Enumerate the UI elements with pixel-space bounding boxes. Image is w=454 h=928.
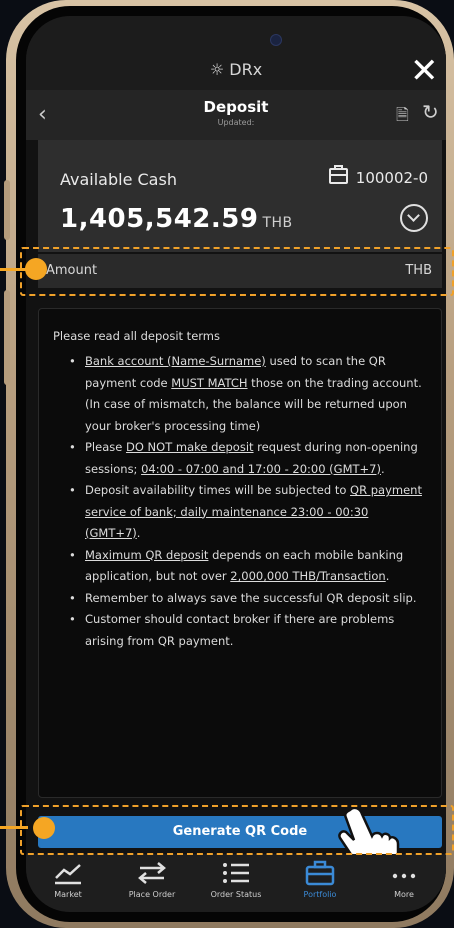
terms-item: Please DO NOT make deposit request durin… [69, 437, 427, 480]
tab-market[interactable]: Market [26, 854, 110, 912]
swap-arrows-icon [138, 862, 166, 884]
terms-text: Customer should contact broker if there … [85, 612, 395, 648]
document-icon[interactable]: 🗎 [396, 104, 409, 131]
available-cash-label: Available Cash [60, 170, 177, 189]
tab-order-status[interactable]: Order Status [194, 854, 278, 912]
tab-portfolio[interactable]: Portfolio [278, 854, 362, 912]
terms-text: Please [85, 440, 126, 454]
close-icon[interactable]: ✕ [410, 54, 439, 88]
tab-label: More [394, 890, 414, 899]
list-icon [223, 863, 249, 883]
generate-highlight-marker [33, 817, 55, 839]
cash-amount: 1,405,542.59 [60, 204, 259, 234]
amount-highlight-frame [20, 247, 454, 296]
bottom-tab-bar: Market Place Order Order Status Portfoli… [26, 854, 446, 912]
cash-unit: THB [262, 215, 293, 231]
terms-text: . [136, 526, 141, 540]
terms-text: 04:00 - 07:00 and 17:00 - 20:00 (GMT+7) [141, 461, 381, 476]
updated-label: Updated: [217, 118, 255, 127]
nav-bar: ‹ Deposit Updated: 🗎 ↻ [26, 90, 446, 140]
app-header: ☼ DRx ✕ [26, 50, 446, 90]
terms-text: Deposit availability times will be subje… [85, 483, 351, 497]
page-title: Deposit [203, 98, 269, 116]
tab-label: Portfolio [303, 890, 337, 899]
available-cash-card: Available Cash 100002-0 1,405,542.59 THB [38, 140, 442, 252]
expand-chevron-icon[interactable] [400, 204, 428, 232]
terms-item: Maximum QR deposit depends on each mobil… [69, 545, 427, 588]
terms-text: Remember to always save the successful Q… [85, 590, 417, 605]
phone-side-button [4, 290, 10, 385]
terms-text: . [385, 569, 390, 583]
terms-text: Bank account (Name-Surname) [85, 354, 266, 368]
briefcase-icon [305, 860, 335, 886]
app-title: ☼ DRx [26, 60, 446, 79]
more-dots-icon [392, 873, 416, 879]
terms-text: MUST MATCH [171, 375, 248, 390]
terms-list: Bank account (Name-Surname) used to scan… [69, 351, 427, 652]
tab-label: Market [54, 890, 82, 899]
tab-label: Order Status [210, 890, 262, 899]
terms-text: 2,000,000 THB/Transaction [230, 569, 386, 583]
phone-side-button [4, 180, 10, 240]
available-cash-value: 1,405,542.59 THB [60, 204, 293, 234]
briefcase-icon [328, 165, 348, 184]
terms-item: Customer should contact broker if there … [69, 609, 427, 652]
terms-intro: Please read all deposit terms [53, 329, 220, 343]
terms-text: DO NOT make deposit [125, 440, 254, 454]
amount-highlight-marker [25, 258, 47, 280]
amount-highlight-pointer [0, 268, 28, 271]
account-number: 100002-0 [355, 169, 428, 187]
generate-highlight-pointer [0, 826, 28, 829]
generate-highlight-frame [20, 805, 454, 855]
account-selector[interactable]: 100002-0 [328, 165, 428, 187]
phone-screen: ☼ DRx ✕ ‹ Deposit Updated: 🗎 ↻ Available… [26, 16, 446, 912]
terms-item: Bank account (Name-Surname) used to scan… [69, 351, 427, 437]
refresh-icon[interactable]: ↻ [422, 100, 439, 124]
terms-item: Remember to always save the successful Q… [69, 588, 427, 610]
terms-text: Maximum QR deposit [85, 547, 209, 562]
tab-more[interactable]: More [362, 854, 446, 912]
terms-item: Deposit availability times will be subje… [69, 480, 427, 545]
tab-label: Place Order [128, 890, 176, 899]
camera-icon [270, 34, 282, 46]
tab-place-order[interactable]: Place Order [110, 854, 194, 912]
app-title-text: DRx [229, 60, 263, 79]
market-chart-icon [55, 864, 81, 885]
globe-icon: ☼ [209, 60, 225, 79]
deposit-terms-panel: Please read all deposit terms Bank accou… [38, 308, 442, 798]
terms-text: . [380, 461, 385, 476]
status-bar [26, 16, 446, 50]
